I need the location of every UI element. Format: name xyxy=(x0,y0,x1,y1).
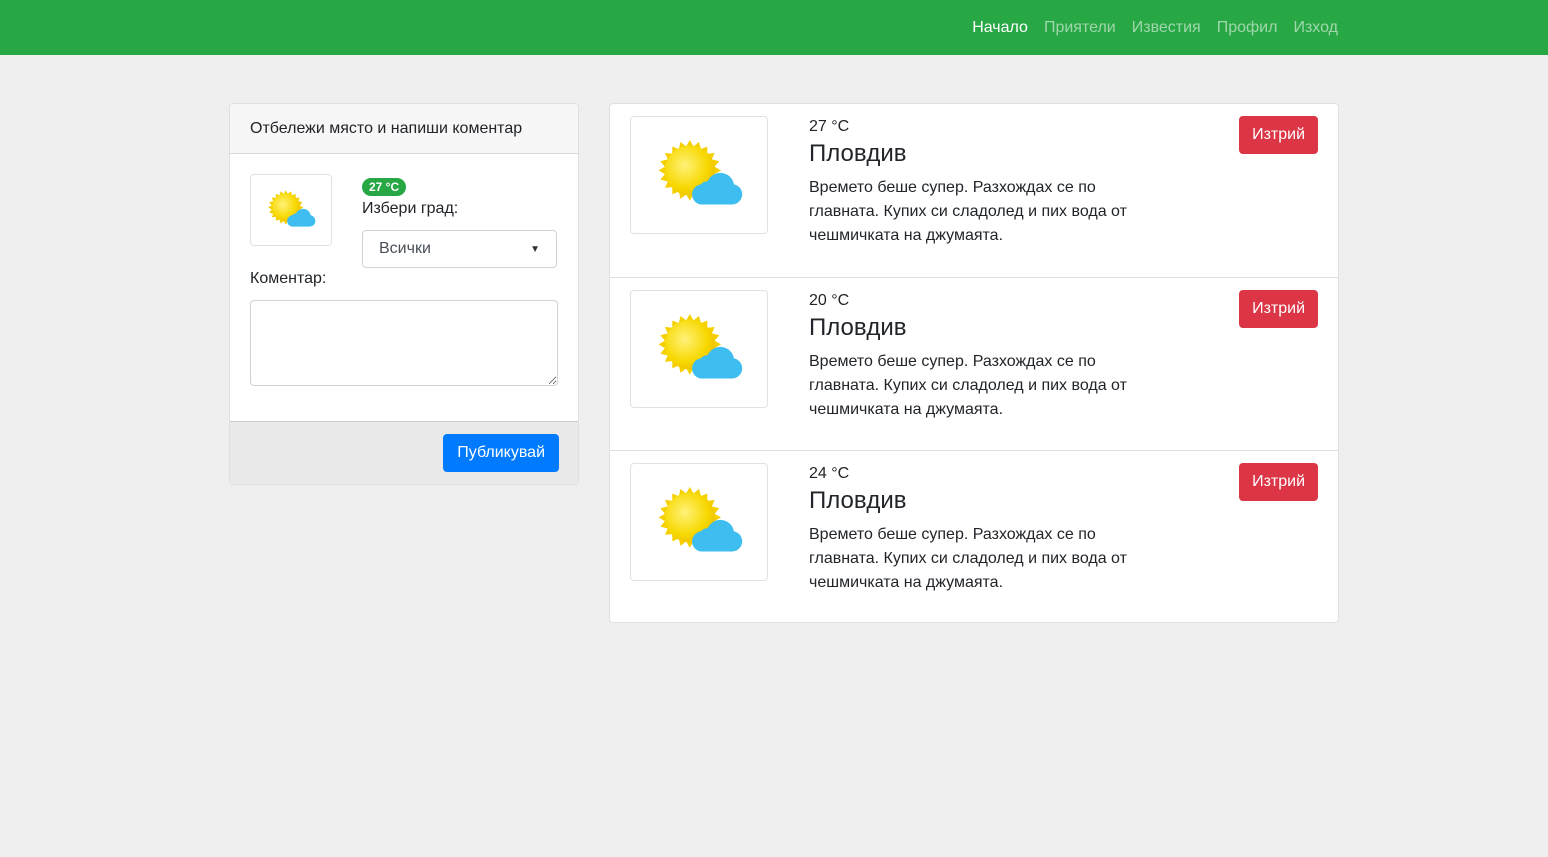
posts-feed: 27 °C Пловдив Времето беше супер. Разхож… xyxy=(609,103,1339,623)
post-city: Пловдив xyxy=(809,487,907,514)
comment-label: Коментар: xyxy=(250,270,327,287)
post-text: Времето беше супер. Разхождах се по глав… xyxy=(809,526,1127,591)
post-temperature: 27 °C xyxy=(809,118,850,135)
post-text: Времето беше супер. Разхождах се по глав… xyxy=(809,353,1127,418)
compose-header: Отбележи място и напиши коментар xyxy=(230,104,578,154)
post-temperature: 20 °C xyxy=(809,292,850,309)
post-weather-thumbnail xyxy=(630,463,768,581)
nav-link-logout[interactable]: Изход xyxy=(1293,19,1338,37)
sun-cloud-icon xyxy=(265,189,317,231)
compose-footer: Публикувай xyxy=(230,421,578,484)
delete-button[interactable]: Изтрий xyxy=(1239,116,1318,154)
post-item: 27 °C Пловдив Времето беше супер. Разхож… xyxy=(610,104,1338,277)
nav-link-friends[interactable]: Приятели xyxy=(1044,19,1116,37)
caret-down-icon: ▼ xyxy=(530,243,540,255)
top-navbar: Начало Приятели Известия Профил Изход xyxy=(0,0,1548,55)
post-item: 20 °C Пловдив Времето беше супер. Разхож… xyxy=(610,277,1338,450)
post-city: Пловдив xyxy=(809,140,907,167)
city-select-value: Всички xyxy=(379,240,431,257)
post-item: 24 °C Пловдив Времето беше супер. Разхож… xyxy=(610,450,1338,623)
sun-cloud-icon xyxy=(653,485,745,559)
post-city: Пловдив xyxy=(809,314,907,341)
post-weather-thumbnail xyxy=(630,116,768,234)
compose-weather-thumbnail xyxy=(250,174,332,246)
nav-link-profile[interactable]: Профил xyxy=(1217,19,1278,37)
nav-links: Начало Приятели Известия Профил Изход xyxy=(972,0,1338,55)
nav-link-home[interactable]: Начало xyxy=(972,19,1028,37)
delete-button[interactable]: Изтрий xyxy=(1239,290,1318,328)
city-select[interactable]: Всички ▼ xyxy=(362,230,557,268)
sun-cloud-icon xyxy=(653,138,745,212)
compose-body: 27 °C Избери град: Всички ▼ Коментар: xyxy=(230,154,578,422)
temp-badge: 27 °C xyxy=(362,178,407,196)
delete-button[interactable]: Изтрий xyxy=(1239,463,1318,501)
city-label: Избери град: xyxy=(362,200,459,217)
post-weather-thumbnail xyxy=(630,290,768,408)
nav-link-notifications[interactable]: Известия xyxy=(1132,19,1201,37)
post-text: Времето беше супер. Разхождах се по глав… xyxy=(809,179,1127,244)
compose-card: Отбележи място и напиши коментар 27 °C И… xyxy=(229,103,579,485)
comment-textarea[interactable] xyxy=(250,300,558,386)
sun-cloud-icon xyxy=(653,312,745,386)
post-temperature: 24 °C xyxy=(809,465,850,482)
publish-button[interactable]: Публикувай xyxy=(443,434,559,472)
